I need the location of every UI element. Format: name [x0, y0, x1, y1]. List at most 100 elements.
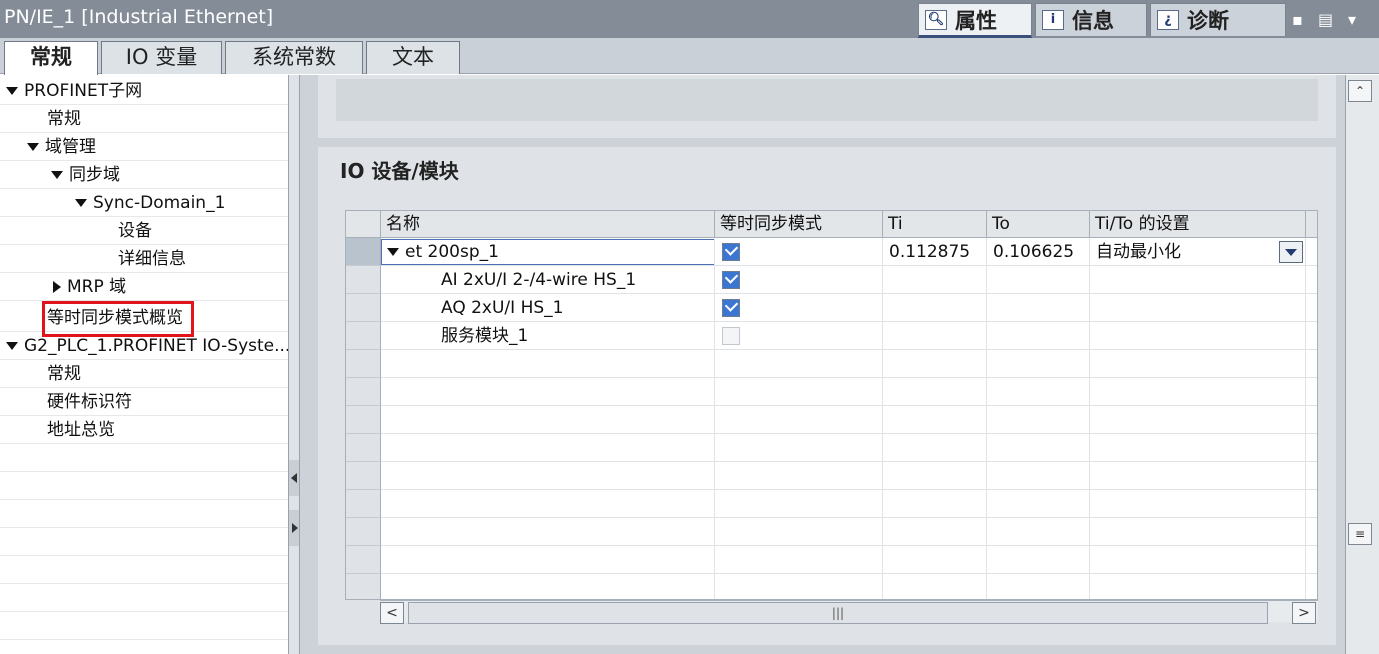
table-row[interactable]: 服务模块_1 [346, 322, 1317, 350]
isochronous-checkbox-disabled [722, 327, 740, 345]
tree-item-label: PROFINET子网 [24, 81, 143, 101]
row-header [346, 378, 381, 406]
cell-name-text: et 200sp_1 [405, 242, 499, 262]
cell-ti: 0.112875 [883, 238, 987, 266]
tree-item-profinet-subnet[interactable]: PROFINET子网 [0, 77, 288, 105]
tab-info[interactable]: i 信息 [1035, 3, 1147, 36]
scroll-left-icon[interactable]: < [380, 602, 404, 624]
tree-item-general-2[interactable]: 常规 [0, 360, 288, 388]
tree-item-mrp-domain[interactable]: MRP 域 [0, 273, 288, 301]
column-header-ti-to-setting[interactable]: Ti/To 的设置 [1090, 211, 1306, 238]
row-header[interactable] [346, 322, 381, 350]
empty-cell [381, 434, 715, 462]
row-header[interactable] [346, 238, 381, 266]
window-layout-icon[interactable]: ▤ [1318, 10, 1333, 29]
empty-cell [987, 434, 1090, 462]
column-header-isochronous[interactable]: 等时同步模式 [715, 211, 883, 238]
ti-to-setting-dropdown[interactable]: 自动最小化 [1090, 238, 1306, 266]
tree-empty-row [0, 472, 288, 500]
empty-cell [1090, 490, 1306, 518]
tab-system-constants[interactable]: 系统常数 [225, 41, 363, 74]
empty-cell [1090, 378, 1306, 406]
cell-ti [883, 294, 987, 322]
row-header[interactable] [346, 266, 381, 294]
restore-window-icon[interactable]: ▪ [1292, 10, 1303, 29]
empty-table-row [346, 350, 1317, 378]
isochronous-checkbox[interactable] [722, 243, 740, 261]
cell-name[interactable]: AQ 2xU/I HS_1 [381, 294, 715, 322]
expand-chevron-icon[interactable] [6, 87, 18, 95]
pane-splitter[interactable] [288, 75, 300, 654]
tree-item-label: G2_PLC_1.PROFINET IO-Syste... [24, 336, 288, 356]
empty-cell [883, 490, 987, 518]
row-header [346, 462, 381, 490]
cell-name[interactable]: AI 2xU/I 2-/4-wire HS_1 [381, 266, 715, 294]
tree-item-details[interactable]: 详细信息 [0, 245, 288, 273]
isochronous-checkbox[interactable] [722, 271, 740, 289]
tree-empty-row [0, 556, 288, 584]
column-header-name[interactable]: 名称 [381, 211, 715, 238]
empty-cell [1090, 406, 1306, 434]
scroll-right-icon[interactable]: > [1292, 602, 1316, 624]
table-row[interactable]: AI 2xU/I 2-/4-wire HS_1 [346, 266, 1317, 294]
tab-properties[interactable]: 🔍︎ 属性 [918, 3, 1032, 38]
tab-general[interactable]: 常规 [4, 41, 98, 75]
scrollbar-thumb[interactable]: ||| [408, 602, 1268, 624]
empty-cell [987, 546, 1090, 574]
empty-cell [381, 350, 715, 378]
empty-cell [883, 378, 987, 406]
isochronous-checkbox[interactable] [722, 299, 740, 317]
cell-to [987, 266, 1090, 294]
tree-item-address-overview[interactable]: 地址总览 [0, 416, 288, 444]
tree-item-sync-domain[interactable]: 同步域 [0, 161, 288, 189]
empty-cell [883, 574, 987, 599]
cell-name[interactable]: et 200sp_1 [381, 238, 715, 266]
empty-table-row [346, 518, 1317, 546]
table-row[interactable]: AQ 2xU/I HS_1 [346, 294, 1317, 322]
expand-chevron-icon[interactable] [6, 342, 18, 350]
tree-empty-row [0, 528, 288, 556]
tab-texts[interactable]: 文本 [366, 41, 460, 74]
empty-cell [715, 574, 883, 599]
tree-item-devices[interactable]: 设备 [0, 217, 288, 245]
window-menu-chevron-icon[interactable]: ▾ [1348, 10, 1356, 29]
row-header[interactable] [346, 294, 381, 322]
tab-diagnostics-label: 诊断 [1187, 9, 1229, 33]
scrollbar-grip-icon[interactable]: ≡ [1348, 523, 1372, 545]
dropdown-arrow-icon[interactable] [1279, 241, 1303, 263]
inspector-titlebar: PN/IE_1 [Industrial Ethernet] 🔍︎ 属性 i 信息… [0, 0, 1379, 38]
tree-item-label: 常规 [47, 109, 81, 129]
empty-cell [1090, 574, 1306, 599]
expand-chevron-icon[interactable] [27, 143, 39, 151]
column-header-to[interactable]: To [987, 211, 1090, 238]
highlight-annotation-box [42, 301, 194, 337]
empty-cell [715, 378, 883, 406]
empty-cell [883, 546, 987, 574]
cell-name[interactable]: 服务模块_1 [381, 322, 715, 350]
tree-item-hardware-identifier[interactable]: 硬件标识符 [0, 388, 288, 416]
window-title: PN/IE_1 [Industrial Ethernet] [4, 6, 274, 28]
expand-chevron-icon[interactable] [51, 171, 63, 179]
empty-cell [715, 434, 883, 462]
collapse-left-icon[interactable] [291, 473, 297, 483]
horizontal-scrollbar[interactable]: < ||| > [380, 600, 1318, 624]
scroll-up-icon[interactable]: ⌃ [1348, 80, 1372, 102]
column-header-ti[interactable]: Ti [883, 211, 987, 238]
dropdown-value: 自动最小化 [1096, 242, 1181, 262]
tree-empty-row [0, 612, 288, 640]
tree-item-sync-domain-1[interactable]: Sync-Domain_1 [0, 189, 288, 217]
tab-io-tags[interactable]: IO 变量 [101, 41, 222, 74]
expand-chevron-icon[interactable] [75, 199, 87, 207]
navigation-tree: PROFINET子网 常规 域管理 同步域 Sync-Domain_1 设备 详… [0, 75, 288, 654]
tree-item-domain-management[interactable]: 域管理 [0, 133, 288, 161]
tree-item-general[interactable]: 常规 [0, 105, 288, 133]
row-header [346, 574, 381, 599]
collapse-chevron-icon[interactable] [53, 281, 61, 293]
table-row[interactable]: et 200sp_1 0.112875 0.106625 自动最小化 [346, 238, 1317, 266]
tab-diagnostics[interactable]: ¿ 诊断 [1150, 3, 1286, 36]
vertical-scrollbar[interactable]: ⌃ ≡ [1345, 75, 1379, 654]
expand-right-icon[interactable] [292, 523, 298, 533]
empty-cell [883, 518, 987, 546]
cell-setting [1090, 294, 1306, 322]
expand-chevron-icon[interactable] [387, 248, 399, 256]
